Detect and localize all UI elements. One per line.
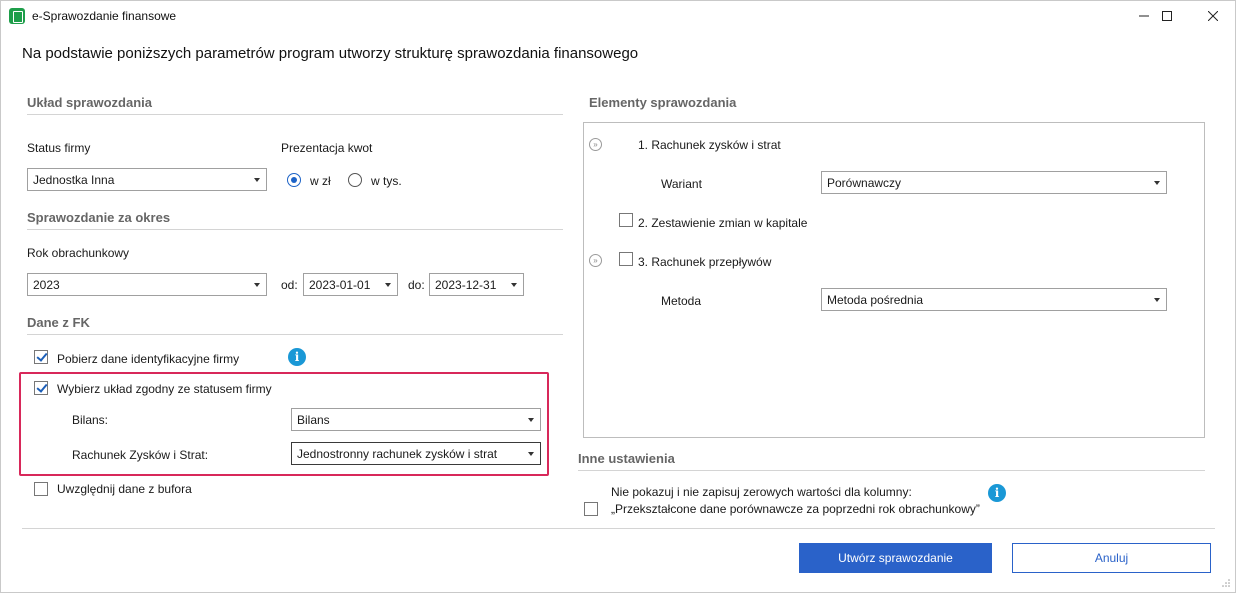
- rok-combo-value: 2023: [33, 278, 60, 292]
- metoda-label: Metoda: [661, 294, 702, 308]
- item2-label: 2. Zestawienie zmian w kapitale: [638, 216, 808, 230]
- item2-checkbox[interactable]: [619, 213, 633, 227]
- chevron-down-icon: [385, 283, 391, 287]
- resize-grip-icon[interactable]: [1221, 578, 1231, 588]
- title-bar: e-Sprawozdanie finansowe: [1, 1, 1235, 32]
- section-okres-title: Sprawozdanie za okres: [27, 210, 563, 230]
- do-date-value: 2023-12-31: [435, 278, 497, 292]
- section-uklad-title: Układ sprawozdania: [27, 95, 563, 115]
- chevron-down-icon: [1154, 181, 1160, 185]
- item1-label: 1. Rachunek zysków i strat: [638, 138, 781, 152]
- maximize-button[interactable]: [1144, 1, 1190, 32]
- bufor-label: Uwzględnij dane z bufora: [57, 482, 192, 496]
- status-combo-value: Jednostka Inna: [33, 173, 115, 187]
- wybierz-checkbox[interactable]: [34, 381, 48, 395]
- chevron-down-icon: [511, 283, 517, 287]
- prezentacja-label: Prezentacja kwot: [281, 141, 373, 155]
- bilans-combo-value: Bilans: [297, 413, 330, 427]
- info-icon[interactable]: i: [288, 348, 306, 366]
- rok-combo[interactable]: 2023: [27, 273, 267, 296]
- do-label: do:: [408, 278, 425, 292]
- footer-divider: [22, 528, 1215, 529]
- radio-tys[interactable]: [348, 173, 362, 187]
- bilans-label: Bilans:: [72, 413, 109, 427]
- chevron-down-icon: [254, 283, 260, 287]
- elements-panel: » 1. Rachunek zysków i strat Wariant Por…: [583, 122, 1205, 438]
- section-fk-title: Dane z FK: [27, 315, 563, 335]
- info-icon[interactable]: i: [988, 484, 1006, 502]
- pobierz-checkbox[interactable]: [34, 350, 48, 364]
- wariant-combo-value: Porównawczy: [827, 176, 902, 190]
- page-heading: Na podstawie poniższych parametrów progr…: [22, 45, 639, 62]
- bilans-combo[interactable]: Bilans: [291, 408, 541, 431]
- zero-checkbox[interactable]: [584, 502, 598, 516]
- bufor-checkbox[interactable]: [34, 482, 48, 496]
- rzis-combo-value: Jednostronny rachunek zysków i strat: [297, 447, 498, 461]
- chevron-down-icon: [254, 178, 260, 182]
- metoda-combo[interactable]: Metoda pośrednia: [821, 288, 1167, 311]
- wariant-label: Wariant: [661, 177, 702, 191]
- dialog-window: e-Sprawozdanie finansowe Na podstawie po…: [0, 0, 1236, 593]
- od-date-value: 2023-01-01: [309, 278, 371, 292]
- do-date-picker[interactable]: 2023-12-31: [429, 273, 524, 296]
- item3-label: 3. Rachunek przepływów: [638, 255, 772, 269]
- status-combo[interactable]: Jednostka Inna: [27, 168, 267, 191]
- od-label: od:: [281, 278, 298, 292]
- collapse-icon[interactable]: »: [589, 138, 602, 151]
- window-title: e-Sprawozdanie finansowe: [32, 9, 177, 23]
- close-icon: [1208, 11, 1218, 21]
- radio-zl-label: w zł: [310, 174, 331, 188]
- close-button[interactable]: [1190, 1, 1236, 32]
- wybierz-label: Wybierz układ zgodny ze statusem firmy: [57, 382, 272, 396]
- status-label: Status firmy: [27, 141, 91, 155]
- radio-zl[interactable]: [287, 173, 301, 187]
- item3-checkbox[interactable]: [619, 252, 633, 266]
- chevron-down-icon: [1154, 298, 1160, 302]
- rzis-combo[interactable]: Jednostronny rachunek zysków i strat: [291, 442, 541, 465]
- create-report-button[interactable]: Utwórz sprawozdanie: [799, 543, 992, 573]
- pobierz-label: Pobierz dane identyfikacyjne firmy: [57, 352, 240, 366]
- od-date-picker[interactable]: 2023-01-01: [303, 273, 398, 296]
- metoda-combo-value: Metoda pośrednia: [827, 293, 924, 307]
- wariant-combo[interactable]: Porównawczy: [821, 171, 1167, 194]
- cancel-button[interactable]: Anuluj: [1012, 543, 1211, 573]
- zero-label-line1: Nie pokazuj i nie zapisuj zerowych warto…: [611, 485, 912, 499]
- chevron-down-icon: [528, 452, 534, 456]
- section-elementy-title: Elementy sprawozdania: [589, 95, 737, 110]
- rzis-label: Rachunek Zysków i Strat:: [72, 448, 209, 462]
- chevron-down-icon: [528, 418, 534, 422]
- radio-tys-label: w tys.: [371, 174, 402, 188]
- collapse-icon[interactable]: »: [589, 254, 602, 267]
- section-inne-title: Inne ustawienia: [578, 451, 1205, 471]
- zero-label-line2: „Przekształcone dane porównawcze za popr…: [611, 502, 980, 516]
- app-icon: [9, 8, 25, 24]
- rok-label: Rok obrachunkowy: [27, 246, 130, 260]
- maximize-icon: [1162, 11, 1172, 21]
